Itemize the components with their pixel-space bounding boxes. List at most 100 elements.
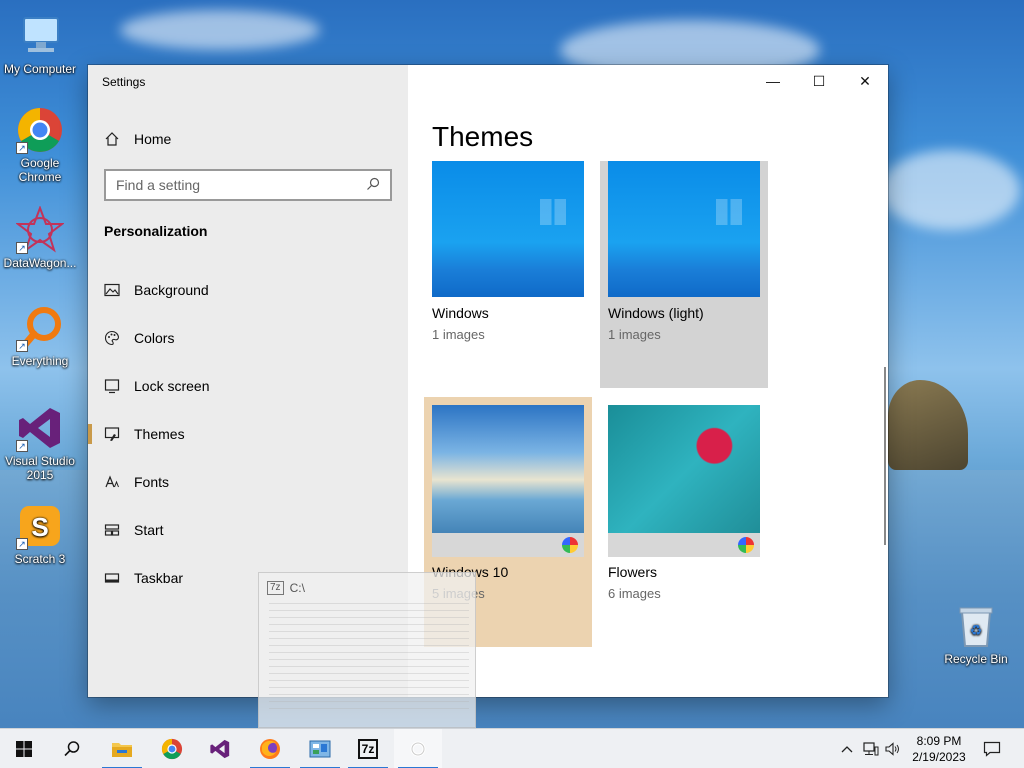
theme-tile-windows[interactable]: Windows 1 images xyxy=(424,161,592,389)
theme-tile-windows-light[interactable]: Windows (light) 1 images xyxy=(600,161,768,388)
action-center-button[interactable] xyxy=(978,729,1006,768)
taskbar-control-panel[interactable] xyxy=(296,729,344,768)
search-input[interactable]: Find a setting xyxy=(104,169,392,201)
taskbar-settings[interactable] xyxy=(394,729,442,768)
sidebar-item-label: Lock screen xyxy=(134,378,210,394)
theme-count: 6 images xyxy=(608,586,661,601)
theme-thumbnail xyxy=(608,161,760,297)
preview-path: C:\ xyxy=(289,581,305,595)
taskbar-visual-studio[interactable] xyxy=(196,729,244,768)
settings-window[interactable]: Settings Home Find a setting Personaliza… xyxy=(88,65,888,697)
notification-icon xyxy=(983,741,1001,757)
sidebar-item-label: Fonts xyxy=(134,474,170,490)
window-drag-preview: 7z C:\ xyxy=(258,572,476,728)
visual-studio-icon xyxy=(210,739,230,759)
font-icon xyxy=(104,474,120,490)
search-placeholder: Find a setting xyxy=(116,177,201,193)
desktop-icon-google-chrome[interactable]: ↗ Google Chrome xyxy=(0,106,80,184)
desktop-icon-label: Recycle Bin xyxy=(944,652,1008,666)
magnifier-orange-icon: ↗ xyxy=(16,304,64,352)
desktop-icon-label: DataWagon... xyxy=(3,256,77,270)
home-icon xyxy=(104,131,120,147)
chrome-icon xyxy=(161,738,183,760)
gear-icon xyxy=(410,741,426,757)
content-pane: — ☐ ✕ Themes Windows 1 images Windows (l… xyxy=(408,65,888,697)
close-icon: ✕ xyxy=(859,72,871,89)
sidebar-item-lock-screen[interactable]: Lock screen xyxy=(88,364,408,408)
start-button[interactable] xyxy=(0,729,48,768)
network-icon xyxy=(863,742,879,756)
clock-time: 8:09 PM xyxy=(916,734,962,748)
sidebar-item-themes[interactable]: Themes xyxy=(88,412,408,456)
section-title: Personalization xyxy=(104,223,208,239)
maximize-button[interactable]: ☐ xyxy=(796,65,842,97)
taskbar-chrome[interactable] xyxy=(148,729,196,768)
sidebar-item-background[interactable]: Background xyxy=(88,268,408,312)
sidebar-item-colors[interactable]: Colors xyxy=(88,316,408,360)
desktop-icon-my-computer[interactable]: My Computer xyxy=(0,12,80,76)
datawagon-icon: ↗ xyxy=(15,205,65,254)
search-icon xyxy=(64,741,80,757)
close-button[interactable]: ✕ xyxy=(842,65,888,97)
desktop-icon-recycle-bin[interactable]: ♻ Recycle Bin xyxy=(936,602,1016,666)
theme-count: 1 images xyxy=(608,327,661,342)
sidebar-home[interactable]: Home xyxy=(104,129,171,149)
theme-thumbnail xyxy=(432,161,584,297)
cloud xyxy=(120,10,320,50)
color-wheel-icon xyxy=(562,537,578,553)
shortcut-arrow-icon: ↗ xyxy=(16,340,28,352)
desktop-icon-label: Scratch 3 xyxy=(14,552,66,566)
sidebar-item-label: Themes xyxy=(134,426,185,442)
theme-thumbnail xyxy=(432,405,584,541)
desktop-icon-everything[interactable]: ↗ Everything xyxy=(0,304,80,368)
chevron-up-icon xyxy=(841,746,853,753)
theme-count: 1 images xyxy=(432,327,485,342)
visual-studio-icon: ↗ xyxy=(16,404,64,452)
sidebar-item-label: Start xyxy=(134,522,164,538)
minimize-button[interactable]: — xyxy=(750,65,796,97)
preview-file-list xyxy=(269,603,469,713)
desktop-icon-scratch[interactable]: S ↗ Scratch 3 xyxy=(0,502,80,566)
minimize-icon: — xyxy=(766,73,780,89)
network-button[interactable] xyxy=(860,729,882,768)
scrollbar[interactable] xyxy=(884,367,886,545)
desktop-icon-label: My Computer xyxy=(3,62,77,76)
recycle-bin-icon: ♻ xyxy=(952,602,1000,650)
folder-icon xyxy=(112,743,132,757)
cloud xyxy=(880,150,1020,230)
volume-button[interactable] xyxy=(882,729,904,768)
rock-background xyxy=(888,380,968,470)
theme-name: Windows xyxy=(432,305,489,321)
sidebar-item-label: Taskbar xyxy=(134,570,184,586)
page-title: Themes xyxy=(432,121,534,152)
home-label: Home xyxy=(134,131,172,147)
shortcut-arrow-icon: ↗ xyxy=(16,142,28,154)
desktop-icon-visual-studio[interactable]: ↗ Visual Studio 2015 xyxy=(0,404,80,482)
svg-text:♻: ♻ xyxy=(970,623,983,639)
start-grid-icon xyxy=(104,522,120,538)
theme-color-strip xyxy=(432,533,584,557)
firefox-icon xyxy=(260,739,280,759)
control-panel-icon xyxy=(309,740,331,758)
sidebar-item-start[interactable]: Start xyxy=(88,508,408,552)
clock[interactable]: 8:09 PM 2/19/2023 xyxy=(906,733,972,765)
desktop-icon-label: Everything xyxy=(11,354,69,368)
brush-icon xyxy=(104,426,120,442)
color-wheel-icon xyxy=(738,537,754,553)
clock-date: 2/19/2023 xyxy=(912,750,966,764)
windows-logo-icon xyxy=(540,199,566,225)
sidebar-item-fonts[interactable]: Fonts xyxy=(88,460,408,504)
taskbar-7zip[interactable]: 7z xyxy=(344,729,392,768)
scratch-icon: S ↗ xyxy=(16,502,64,550)
taskbar-search-button[interactable] xyxy=(48,729,96,768)
preview-title: 7z C:\ xyxy=(267,581,305,595)
desktop-icon-label: Google Chrome xyxy=(18,156,62,184)
taskbar-icon xyxy=(104,570,120,586)
taskbar-file-explorer[interactable] xyxy=(98,729,146,768)
show-hidden-icons-button[interactable] xyxy=(836,729,858,768)
taskbar-firefox[interactable] xyxy=(246,729,294,768)
theme-tile-flowers[interactable]: Flowers 6 images xyxy=(600,397,768,647)
svg-text:S: S xyxy=(31,512,48,542)
search-icon xyxy=(366,177,380,194)
desktop-icon-datawagon[interactable]: ↗ DataWagon... xyxy=(0,205,80,270)
